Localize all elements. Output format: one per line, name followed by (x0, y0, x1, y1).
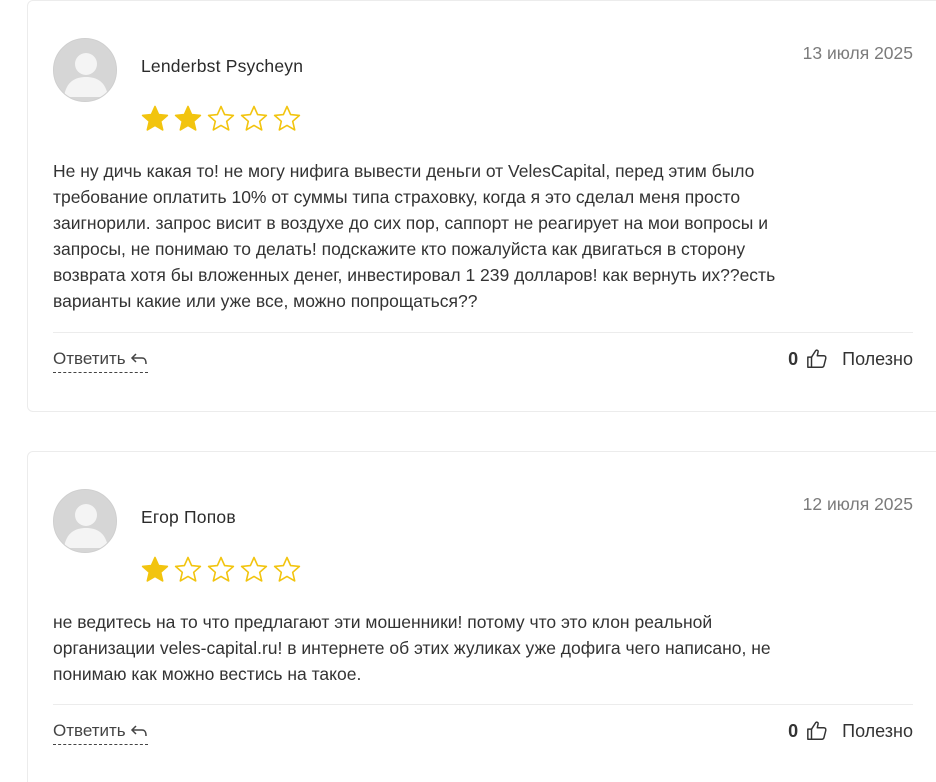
helpful-button[interactable]: Полезно (842, 721, 913, 742)
review-card: Lenderbst Psycheyn 13 июля 2025 Не ну ди… (27, 0, 936, 412)
helpful-button[interactable]: Полезно (842, 349, 913, 370)
thumbs-up-icon[interactable] (806, 348, 828, 370)
star-empty-icon (207, 556, 235, 582)
star-empty-icon (273, 105, 301, 131)
star-filled-icon (141, 105, 169, 131)
star-filled-icon (141, 556, 169, 582)
review-author: Егор Попов (141, 507, 236, 527)
reply-arrow-icon (130, 353, 147, 365)
star-empty-icon (174, 556, 202, 582)
likes-count: 0 (788, 348, 799, 369)
divider (53, 332, 913, 333)
star-rating (140, 555, 302, 585)
star-filled-icon (174, 105, 202, 131)
helpful-control: 0 Полезно (788, 348, 913, 370)
reply-label: Ответить (53, 721, 126, 740)
reply-label: Ответить (53, 349, 126, 368)
review-author: Lenderbst Psycheyn (141, 56, 304, 76)
star-empty-icon (207, 105, 235, 131)
star-empty-icon (273, 556, 301, 582)
reply-button[interactable]: Ответить (53, 349, 148, 373)
star-rating (140, 104, 302, 134)
review-date: 13 июля 2025 (802, 43, 913, 63)
star-empty-icon (240, 105, 268, 131)
divider (53, 704, 913, 705)
star-empty-icon (240, 556, 268, 582)
likes-count: 0 (788, 720, 799, 741)
reply-arrow-icon (130, 725, 147, 737)
thumbs-up-icon[interactable] (806, 720, 828, 742)
review-text: не ведитесь на то что предлагают эти мош… (53, 612, 771, 684)
user-avatar-icon (53, 489, 117, 553)
reply-button[interactable]: Ответить (53, 721, 148, 745)
review-date: 12 июля 2025 (802, 494, 913, 514)
review-card: Егор Попов 12 июля 2025 не ведитесь на т… (27, 451, 936, 782)
review-text: Не ну дичь какая то! не могу нифига выве… (53, 161, 776, 311)
user-avatar-icon (53, 38, 117, 102)
helpful-control: 0 Полезно (788, 720, 913, 742)
